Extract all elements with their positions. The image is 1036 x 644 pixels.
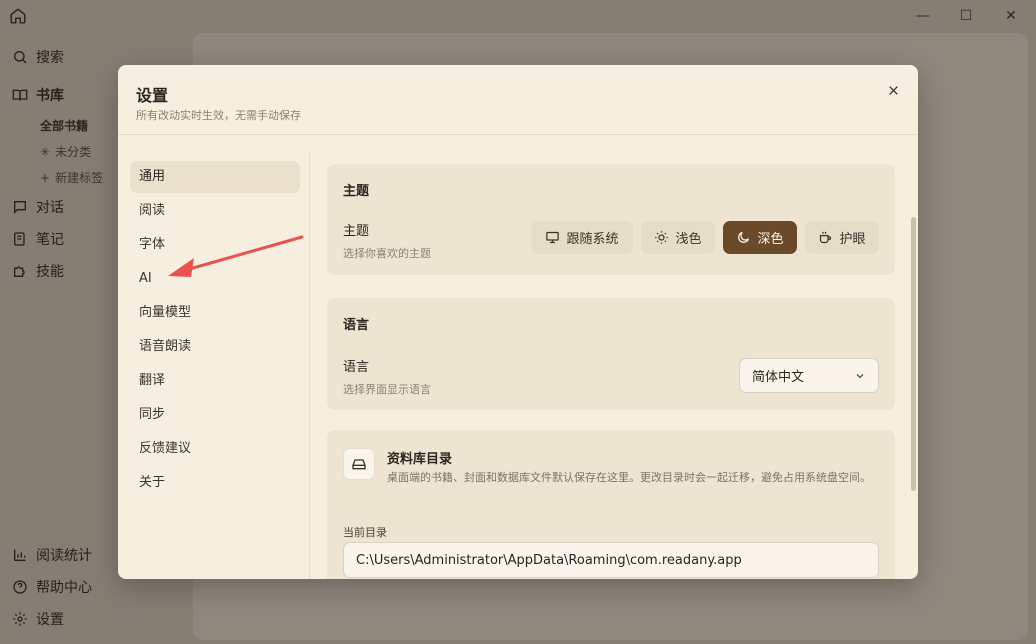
moon-icon: [738, 231, 750, 243]
theme-option-light[interactable]: 浅色: [641, 221, 715, 254]
current-directory-label: 当前目录: [343, 526, 387, 539]
nav-item-reading[interactable]: 阅读: [130, 195, 300, 227]
bar-chart-icon: [14, 549, 26, 561]
settings-content: 主题 主题 选择你喜欢的主题 跟随系统 浅色 深色 护眼 语言 语言 选择界面显…: [311, 136, 918, 579]
dialog-title: 设置: [136, 86, 169, 105]
library-directory-description: 桌面端的书籍、封面和数据库文件默认保存在这里。更改目录时会一起迁移，避免占用系统…: [387, 471, 871, 484]
dialog-subtitle: 所有改动实时生效，无需手动保存: [136, 109, 301, 122]
coffee-cup-icon: [820, 231, 832, 244]
sidebar-item-skills[interactable]: 技能: [12, 261, 64, 281]
nav-item-ai[interactable]: AI: [130, 263, 300, 295]
theme-card: 主题 主题 选择你喜欢的主题 跟随系统 浅色 深色 护眼: [327, 164, 895, 275]
language-card: 语言 语言 选择界面显示语言 简体中文: [327, 298, 895, 410]
sidebar-item-label: 帮助中心: [36, 580, 92, 596]
minimize-button[interactable]: —: [913, 6, 933, 26]
theme-option-label: 深色: [757, 232, 784, 247]
sidebar-item-settings[interactable]: 设置: [12, 609, 64, 629]
nav-item-font[interactable]: 字体: [130, 229, 300, 261]
sun-icon: [655, 231, 669, 244]
gear-icon: [13, 612, 27, 626]
language-label: 语言: [343, 360, 370, 375]
search-icon: [14, 51, 27, 64]
settings-nav: 通用 阅读 字体 AI 向量模型 语音朗读 翻译 同步 反馈建议 关于: [118, 151, 310, 579]
theme-description: 选择你喜欢的主题: [343, 247, 431, 260]
nav-item-feedback[interactable]: 反馈建议: [130, 433, 300, 465]
language-description: 选择界面显示语言: [343, 383, 431, 396]
book-icon: [12, 89, 28, 101]
sidebar-item-label: 书库: [36, 88, 64, 104]
language-select[interactable]: 简体中文: [739, 358, 879, 393]
sidebar-item-new-tag[interactable]: + 新建标签: [40, 169, 103, 186]
sidebar-item-label: 新建标签: [55, 171, 104, 185]
nav-item-vector-model[interactable]: 向量模型: [130, 297, 300, 329]
chevron-down-icon: [856, 373, 864, 378]
theme-option-label: 浅色: [675, 232, 702, 247]
theme-option-eye-care[interactable]: 护眼: [805, 221, 879, 254]
theme-option-label: 护眼: [839, 232, 866, 247]
sidebar-item-help[interactable]: 帮助中心: [12, 577, 92, 597]
drive-icon: [343, 448, 375, 480]
sidebar-item-library[interactable]: 书库: [12, 85, 64, 105]
library-directory-title: 资料库目录: [387, 452, 453, 467]
nav-item-about[interactable]: 关于: [130, 467, 300, 499]
sidebar-item-notes[interactable]: 笔记: [12, 229, 64, 249]
chat-icon: [14, 201, 26, 214]
theme-option-label: 跟随系统: [566, 232, 619, 247]
theme-option-dark[interactable]: 深色: [723, 221, 797, 254]
window-close-button[interactable]: ✕: [1001, 6, 1021, 26]
home-icon[interactable]: [9, 7, 27, 25]
theme-section-title: 主题: [343, 184, 370, 199]
notes-icon: [14, 232, 25, 246]
settings-dialog: 设置 所有改动实时生效，无需手动保存 通用 阅读 字体 AI 向量模型 语音朗读…: [118, 65, 918, 579]
sidebar-item-label: 阅读统计: [36, 548, 92, 564]
language-select-value: 简体中文: [752, 370, 805, 385]
library-directory-card: 资料库目录 桌面端的书籍、封面和数据库文件默认保存在这里。更改目录时会一起迁移，…: [327, 430, 895, 579]
plus-icon: +: [40, 170, 51, 185]
sidebar-item-label: 技能: [36, 264, 64, 280]
monitor-icon: [546, 231, 560, 244]
help-icon: [13, 580, 27, 594]
language-section-title: 语言: [343, 318, 370, 333]
sidebar-item-label: 对话: [36, 200, 64, 216]
theme-option-system[interactable]: 跟随系统: [531, 221, 633, 254]
sidebar-search[interactable]: 搜索: [12, 47, 64, 67]
nav-item-general[interactable]: 通用: [130, 161, 300, 193]
close-button[interactable]: [882, 79, 904, 101]
sidebar-item-chat[interactable]: 对话: [12, 197, 64, 217]
dialog-header: 设置 所有改动实时生效，无需手动保存: [118, 65, 918, 135]
sidebar-item-uncategorized[interactable]: ✳ 未分类: [40, 143, 91, 160]
maximize-button[interactable]: ☐: [956, 6, 976, 26]
sidebar-item-label: 笔记: [36, 232, 64, 248]
content-scrollbar[interactable]: [911, 217, 916, 491]
nav-item-sync[interactable]: 同步: [130, 399, 300, 431]
nav-item-translate[interactable]: 翻译: [130, 365, 300, 397]
theme-label: 主题: [343, 224, 370, 239]
sidebar-item-label: 未分类: [55, 145, 92, 159]
puzzle-icon: [14, 266, 25, 277]
close-icon: [888, 85, 898, 95]
sidebar-item-label: 设置: [36, 612, 64, 628]
sidebar-item-reading-stats[interactable]: 阅读统计: [12, 545, 92, 565]
sidebar-item-all-books[interactable]: 全部书籍: [40, 117, 88, 134]
asterisk-icon: ✳: [40, 144, 51, 159]
nav-item-tts[interactable]: 语音朗读: [130, 331, 300, 363]
sidebar-search-label: 搜索: [36, 50, 64, 66]
current-directory-field[interactable]: C:\Users\Administrator\AppData\Roaming\c…: [343, 542, 879, 578]
